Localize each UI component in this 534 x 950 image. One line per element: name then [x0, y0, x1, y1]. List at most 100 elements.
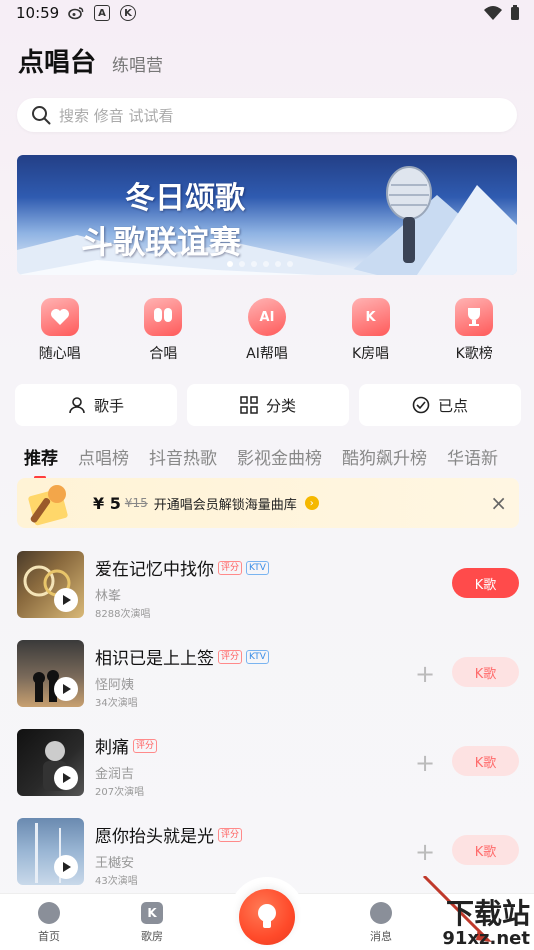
promo-price-value: 5 [109, 493, 121, 513]
banner-dots [227, 261, 293, 267]
microphone-icon [386, 166, 432, 263]
song-singer: 王樾安 [95, 856, 135, 871]
song-row[interactable]: 爱在记忆中找你 评分 KTV 林峯 8288次演唱 K歌 [17, 551, 519, 620]
score-badge: 评分 [218, 827, 243, 842]
k-room-nav-icon: K [141, 902, 163, 924]
promo-old-price: ¥15 [124, 496, 148, 510]
weibo-icon [68, 5, 84, 21]
singer-button[interactable]: 歌手 [15, 384, 177, 426]
search-input[interactable]: 搜索 修音 试试看 [17, 98, 517, 132]
song-singer: 金润吉 [95, 767, 135, 782]
song-title-row: 愿你抬头就是光 评分 [95, 822, 243, 847]
quick-action-hechang[interactable]: 合唱 [113, 298, 213, 363]
play-icon[interactable] [54, 766, 78, 790]
song-title: 爱在记忆中找你 [95, 560, 214, 580]
mic-pair-icon [144, 298, 183, 336]
song-title-row: 相识已是上上签 评分 KTV [95, 644, 269, 669]
ai-icon: AI [247, 298, 286, 336]
status-bar: 10:59 A K [0, 0, 534, 28]
chevron-right-icon: › [304, 496, 319, 510]
quick-action-label: 合唱 [149, 346, 178, 362]
watermark-line1: 下载站 [445, 897, 530, 930]
sing-button[interactable]: K歌 [452, 746, 519, 776]
sing-button[interactable]: K歌 [452, 657, 519, 687]
banner-title-line2: 斗歌联谊赛 [81, 223, 242, 261]
banner-dot[interactable] [287, 261, 293, 267]
promo-price: ¥ 5 [93, 494, 121, 513]
promo-currency: ¥ [93, 493, 105, 513]
site-watermark: 下载站 91xz.net [374, 876, 534, 950]
play-icon[interactable] [54, 677, 78, 701]
play-icon[interactable] [54, 588, 78, 612]
song-play-count: 8288次演唱 [95, 609, 151, 620]
tab-douyin[interactable]: 抖音热歌 [149, 444, 217, 469]
chip-label: 分类 [265, 396, 296, 415]
quick-action-ai[interactable]: AI AI帮唱 [217, 298, 317, 363]
banner-dot[interactable] [251, 261, 257, 267]
k-room-icon: K [351, 298, 390, 336]
tab-kugou-rising[interactable]: 酷狗飙升榜 [342, 444, 427, 469]
add-icon[interactable]: + [415, 660, 435, 688]
sing-button[interactable]: K歌 [452, 568, 519, 598]
quick-action-kchart[interactable]: K歌榜 [424, 298, 524, 363]
status-icons-left: A K [68, 5, 136, 21]
song-cover[interactable] [17, 640, 84, 707]
add-icon[interactable]: + [415, 838, 435, 866]
status-time: 10:59 [16, 4, 60, 22]
search-icon [32, 106, 51, 125]
check-circle-icon [412, 396, 430, 414]
ktv-badge: KTV [246, 560, 269, 575]
person-icon [69, 397, 85, 414]
quick-action-kroom[interactable]: K K房唱 [321, 298, 421, 363]
sing-center-button[interactable] [239, 889, 295, 945]
watermark-line2: 91xz.net [442, 928, 530, 949]
song-cover[interactable] [17, 818, 84, 885]
banner-dot[interactable] [263, 261, 269, 267]
category-button[interactable]: 分类 [187, 384, 349, 426]
tab-diancangbang[interactable]: 点唱榜 [78, 444, 129, 469]
nav-home[interactable]: 首页 [19, 902, 79, 944]
score-badge: 评分 [218, 649, 243, 664]
vip-promo-bar[interactable]: ¥ 5 ¥15 开通唱会员解锁海量曲库 › × [17, 478, 519, 528]
tab-chinese-new[interactable]: 华语新 [447, 444, 498, 469]
filter-chips: 歌手 分类 已点 [15, 384, 521, 426]
play-icon[interactable] [54, 855, 78, 879]
tab-lianchangying[interactable]: 练唱营 [112, 51, 163, 76]
nav-room[interactable]: K 歌房 [122, 902, 182, 944]
promo-text: 开通唱会员解锁海量曲库 [153, 497, 297, 513]
song-title: 刺痛 [95, 738, 129, 758]
quick-action-label: 随心唱 [38, 346, 81, 362]
sing-button[interactable]: K歌 [452, 835, 519, 865]
a-app-icon: A [94, 5, 110, 21]
category-tabs: 推荐 点唱榜 抖音热歌 影视金曲榜 酷狗飙升榜 华语新 [24, 444, 498, 479]
promo-mic-icon [17, 478, 79, 528]
song-title-row: 爱在记忆中找你 评分 KTV [95, 555, 269, 580]
song-cover[interactable] [17, 551, 84, 618]
banner-dot[interactable] [227, 261, 233, 267]
banner-dot[interactable] [275, 261, 281, 267]
selected-songs-button[interactable]: 已点 [359, 384, 521, 426]
add-icon[interactable]: + [415, 749, 435, 777]
close-icon[interactable]: × [490, 491, 507, 515]
quick-action-suixinchang[interactable]: 随心唱 [10, 298, 110, 363]
wifi-icon [484, 6, 502, 20]
song-singer: 怪阿姨 [95, 678, 135, 693]
score-badge: 评分 [218, 560, 243, 575]
song-play-count: 34次演唱 [95, 698, 138, 709]
tab-recommend[interactable]: 推荐 [24, 444, 58, 479]
home-icon [38, 902, 60, 924]
banner-dot[interactable] [239, 261, 245, 267]
song-play-count: 43次演唱 [95, 876, 138, 887]
k-app-icon: K [120, 5, 136, 21]
banner-title-line1: 冬日颂歌 [125, 181, 245, 216]
song-cover[interactable] [17, 729, 84, 796]
nav-label: 歌房 [141, 930, 163, 943]
ktv-badge: KTV [246, 649, 269, 664]
tab-diangchangtai[interactable]: 点唱台 [18, 42, 96, 79]
song-row[interactable]: 相识已是上上签 评分 KTV 怪阿姨 34次演唱 + K歌 [17, 640, 519, 709]
score-badge: 评分 [133, 738, 158, 753]
promo-banner[interactable]: 冬日颂歌 斗歌联谊赛 [17, 155, 517, 275]
song-row[interactable]: 刺痛 评分 金润吉 207次演唱 + K歌 [17, 729, 519, 798]
quick-action-label: K歌榜 [455, 346, 493, 362]
tab-film[interactable]: 影视金曲榜 [237, 444, 322, 469]
